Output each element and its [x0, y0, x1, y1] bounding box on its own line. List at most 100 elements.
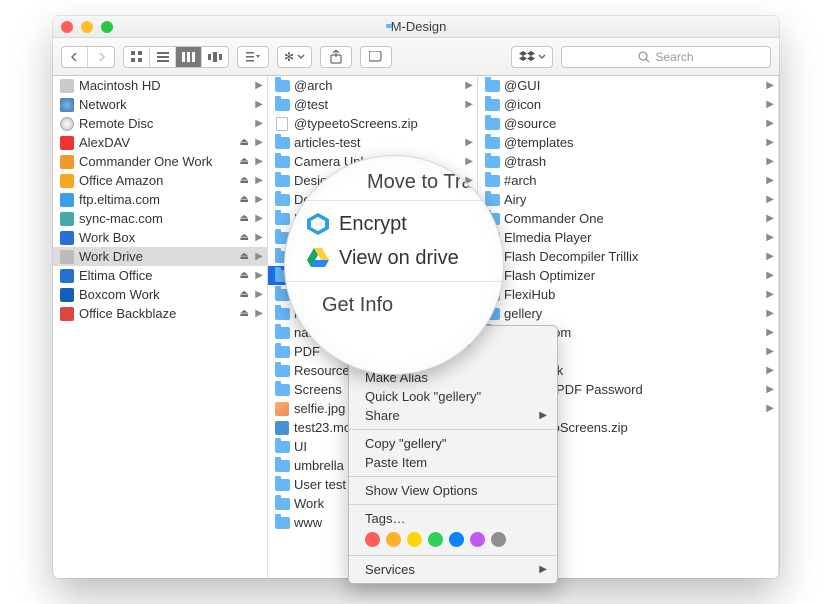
- item-label: PDF: [294, 344, 320, 359]
- list-item[interactable]: Eltima Office⏏▶: [53, 266, 267, 285]
- lens-get-info: Get Info: [307, 288, 504, 317]
- app-icon: [59, 173, 75, 189]
- cm-share[interactable]: Share▶: [349, 406, 557, 425]
- chevron-right-icon: ▶: [766, 175, 774, 186]
- item-label: @templates: [504, 135, 574, 150]
- column-view-button[interactable]: [176, 47, 202, 67]
- eject-icon[interactable]: ⏏: [240, 156, 249, 167]
- list-item[interactable]: Boxcom Work⏏▶: [53, 285, 267, 304]
- list-item[interactable]: FlexiHub▶: [478, 285, 778, 304]
- folder-icon: [274, 97, 290, 113]
- chevron-right-icon: ▶: [255, 137, 263, 148]
- eject-icon[interactable]: ⏏: [240, 137, 249, 148]
- item-label: Eltima Office: [79, 268, 152, 283]
- list-item[interactable]: Macintosh HD▶: [53, 76, 267, 95]
- list-item[interactable]: Office Backblaze⏏▶: [53, 304, 267, 323]
- list-item[interactable]: articles-test▶: [268, 133, 477, 152]
- cm-copy[interactable]: Copy "gellery": [349, 434, 557, 453]
- list-item[interactable]: Airy▶: [478, 190, 778, 209]
- chevron-right-icon: ▶: [766, 384, 774, 395]
- list-item[interactable]: @arch▶: [268, 76, 477, 95]
- list-item[interactable]: @test▶: [268, 95, 477, 114]
- item-label: selfie.jpg: [294, 401, 345, 416]
- coverflow-view-button[interactable]: [202, 47, 228, 67]
- list-item[interactable]: Elmedia Player▶: [478, 228, 778, 247]
- folder-icon: [274, 382, 290, 398]
- cm-view-options[interactable]: Show View Options: [349, 481, 557, 500]
- list-item[interactable]: Work Drive⏏▶: [53, 247, 267, 266]
- tag-color[interactable]: [449, 532, 464, 547]
- eject-icon[interactable]: ⏏: [240, 213, 249, 224]
- tag-icon: [369, 51, 383, 62]
- lens-move-to-trash: Move to Trash: [307, 168, 504, 194]
- list-item[interactable]: Flash Decompiler Trillix▶: [478, 247, 778, 266]
- list-item[interactable]: ftp.eltima.com⏏▶: [53, 190, 267, 209]
- back-button[interactable]: [62, 47, 88, 67]
- share-button[interactable]: [320, 46, 352, 68]
- list-item[interactable]: sync-mac.com⏏▶: [53, 209, 267, 228]
- item-label: Flash Optimizer: [504, 268, 595, 283]
- item-label: @source: [504, 116, 556, 131]
- tag-color[interactable]: [386, 532, 401, 547]
- eject-icon[interactable]: ⏏: [240, 270, 249, 281]
- zoom-button[interactable]: [101, 21, 113, 33]
- list-item[interactable]: @typeetoScreens.zip: [268, 114, 477, 133]
- dropbox-button[interactable]: [511, 46, 553, 68]
- list-item[interactable]: @trash▶: [478, 152, 778, 171]
- eject-icon[interactable]: ⏏: [240, 194, 249, 205]
- cm-paste[interactable]: Paste Item: [349, 453, 557, 472]
- eject-icon[interactable]: ⏏: [240, 251, 249, 262]
- item-label: Flash Decompiler Trillix: [504, 249, 638, 264]
- item-label: @arch: [294, 78, 333, 93]
- eject-icon[interactable]: ⏏: [240, 175, 249, 186]
- arrange-button[interactable]: [237, 46, 269, 68]
- tag-color[interactable]: [365, 532, 380, 547]
- cm-services[interactable]: Services▶: [349, 560, 557, 579]
- lens-view-on-drive[interactable]: View on drive: [307, 241, 504, 275]
- tags-button[interactable]: [360, 46, 392, 68]
- list-item[interactable]: Commander One▶: [478, 209, 778, 228]
- list-item[interactable]: gellery▶: [478, 304, 778, 323]
- search-field[interactable]: Search: [561, 46, 771, 68]
- lens-encrypt[interactable]: Encrypt: [307, 207, 504, 241]
- folder-icon: [274, 135, 290, 151]
- icon-view-button[interactable]: [124, 47, 150, 67]
- column-1[interactable]: Macintosh HD▶Network▶Remote Disc▶AlexDAV…: [53, 76, 268, 578]
- close-button[interactable]: [61, 21, 73, 33]
- tag-color[interactable]: [407, 532, 422, 547]
- tag-color[interactable]: [491, 532, 506, 547]
- list-item[interactable]: @templates▶: [478, 133, 778, 152]
- cm-tags[interactable]: Tags…: [349, 509, 557, 528]
- mov-icon: [274, 420, 290, 436]
- list-view-button[interactable]: [150, 47, 176, 67]
- list-item[interactable]: AlexDAV⏏▶: [53, 133, 267, 152]
- chevron-right-icon: ▶: [766, 213, 774, 224]
- item-label: @icon: [504, 97, 541, 112]
- eject-icon[interactable]: ⏏: [240, 289, 249, 300]
- gear-icon: ✻: [284, 50, 294, 64]
- list-item[interactable]: @GUI▶: [478, 76, 778, 95]
- list-item[interactable]: Remote Disc▶: [53, 114, 267, 133]
- list-item[interactable]: #arch▶: [478, 171, 778, 190]
- eject-icon[interactable]: ⏏: [240, 308, 249, 319]
- list-item[interactable]: Office Amazon⏏▶: [53, 171, 267, 190]
- minimize-button[interactable]: [81, 21, 93, 33]
- chevron-right-icon: ▶: [465, 137, 473, 148]
- tag-color[interactable]: [428, 532, 443, 547]
- eject-icon[interactable]: ⏏: [240, 232, 249, 243]
- tag-color[interactable]: [470, 532, 485, 547]
- action-button[interactable]: ✻: [277, 46, 312, 68]
- cm-quick-look[interactable]: Quick Look "gellery": [349, 387, 557, 406]
- item-label: @test: [294, 97, 328, 112]
- list-item[interactable]: Network▶: [53, 95, 267, 114]
- window-title: M-Design: [53, 19, 779, 34]
- list-item[interactable]: Commander One Work⏏▶: [53, 152, 267, 171]
- chevron-right-icon: ▶: [766, 403, 774, 414]
- forward-button[interactable]: [88, 47, 114, 67]
- list-item[interactable]: Work Box⏏▶: [53, 228, 267, 247]
- list-item[interactable]: Flash Optimizer▶: [478, 266, 778, 285]
- list-item[interactable]: @icon▶: [478, 95, 778, 114]
- chevron-right-icon: ▶: [255, 175, 263, 186]
- list-item[interactable]: @source▶: [478, 114, 778, 133]
- item-label: User test: [294, 477, 346, 492]
